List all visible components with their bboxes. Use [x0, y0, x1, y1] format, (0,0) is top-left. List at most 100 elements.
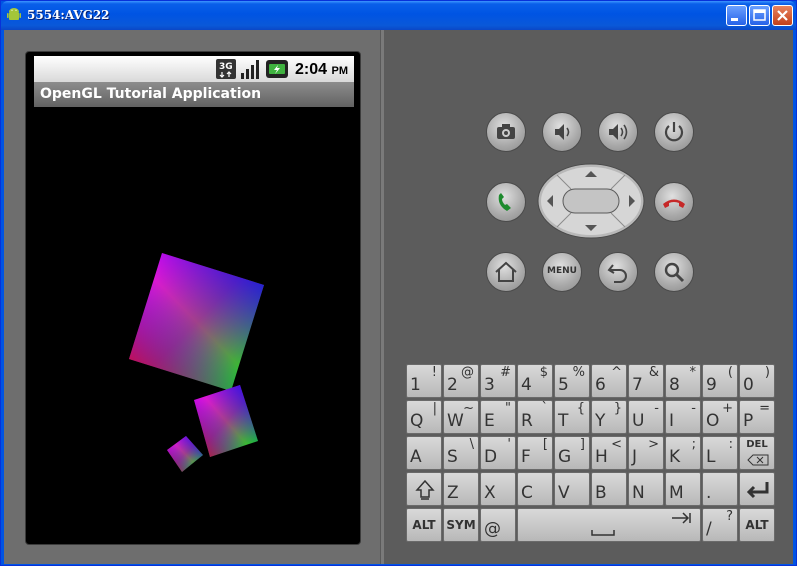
back-icon [607, 264, 627, 283]
key-n[interactable]: N [628, 472, 664, 506]
svg-text:3G: 3G [219, 62, 233, 72]
key-2-primary: 2 [447, 375, 458, 395]
key-del[interactable]: DEL [739, 436, 775, 470]
opengl-canvas[interactable] [34, 107, 354, 537]
key-y-primary: Y [595, 411, 606, 431]
call-button[interactable] [486, 182, 526, 222]
key-o[interactable]: O + [702, 400, 738, 434]
key-g-primary: G [558, 447, 572, 467]
key-s-primary: S [447, 447, 458, 467]
key-sym[interactable]: SYM [443, 508, 479, 542]
maximize-button[interactable] [749, 5, 770, 26]
key-m[interactable]: M [665, 472, 701, 506]
device-screen[interactable]: 3G 2:04 PM OpenGL Tutorial Application [25, 51, 361, 545]
key-w[interactable]: W ~ [443, 400, 479, 434]
key-p-secondary: = [759, 401, 770, 416]
key-l[interactable]: L: [702, 436, 738, 470]
key-4[interactable]: 4 $ [517, 364, 553, 398]
key-i-secondary: - [691, 401, 696, 416]
home-button[interactable] [486, 252, 526, 292]
minimize-button[interactable] [726, 5, 747, 26]
app-title: OpenGL Tutorial Application [40, 86, 262, 102]
key-at-primary: @ [484, 519, 501, 539]
key-y[interactable]: Y} [591, 400, 627, 434]
end-call-button[interactable] [654, 182, 694, 222]
key-alt-left[interactable]: ALT [406, 508, 442, 542]
key-i[interactable]: I- [665, 400, 701, 434]
volume-up-button[interactable] [598, 112, 638, 152]
close-button[interactable] [772, 5, 793, 26]
minimize-icon [731, 18, 738, 21]
key-9[interactable]: 9( [702, 364, 738, 398]
key-e[interactable]: E " [480, 400, 516, 434]
back-button[interactable] [598, 252, 638, 292]
key-z[interactable]: Z [443, 472, 479, 506]
key-s[interactable]: S \ [443, 436, 479, 470]
phone-panel: 3G 2:04 PM OpenGL Tutorial Application [4, 30, 380, 564]
key-alt-left-label: ALT [412, 518, 436, 532]
power-button[interactable] [654, 112, 694, 152]
key-8-secondary: * [689, 365, 697, 380]
menu-button[interactable]: MENU [542, 252, 582, 292]
key-d[interactable]: D ' [480, 436, 516, 470]
key-t[interactable]: T{ [554, 400, 590, 434]
key-0-primary: 0 [743, 375, 754, 395]
key-b[interactable]: B [591, 472, 627, 506]
key-f-secondary: [ [542, 437, 548, 452]
key-a-primary: A [410, 447, 422, 467]
key-8[interactable]: 8 * [665, 364, 701, 398]
key-a[interactable]: A [406, 436, 442, 470]
key-v[interactable]: V [554, 472, 590, 506]
key-h-secondary: < [611, 437, 622, 452]
key-g[interactable]: G] [554, 436, 590, 470]
key-d-secondary: ' [507, 437, 511, 452]
dpad[interactable] [537, 163, 645, 239]
key-5[interactable]: 5% [554, 364, 590, 398]
camera-icon [497, 124, 515, 139]
key-p[interactable]: P = [739, 400, 775, 434]
key-6-primary: 6 [595, 375, 606, 395]
key-r-secondary: ` [541, 401, 549, 416]
key-at[interactable]: @ [480, 508, 516, 542]
key-1[interactable]: 1! [406, 364, 442, 398]
search-button[interactable] [654, 252, 694, 292]
title-bar[interactable]: 5554:AVG22 [1, 1, 796, 30]
key-j-primary: J [632, 447, 638, 467]
key-0[interactable]: 0) [739, 364, 775, 398]
volume-down-icon [555, 124, 570, 140]
key-j[interactable]: J > [628, 436, 664, 470]
end-call-icon [663, 199, 685, 208]
camera-button[interactable] [486, 112, 526, 152]
key-shift[interactable] [406, 472, 442, 506]
key-r[interactable]: R ` [517, 400, 553, 434]
key-w-secondary: ~ [463, 401, 474, 416]
key-9-primary: 9 [706, 375, 717, 395]
key-f[interactable]: F[ [517, 436, 553, 470]
battery-icon [266, 60, 288, 78]
key-6[interactable]: 6 ^ [591, 364, 627, 398]
key-enter[interactable] [739, 472, 775, 506]
large-square [129, 253, 264, 391]
key-c[interactable]: C [517, 472, 553, 506]
key-d-primary: D [484, 447, 498, 467]
key-period[interactable]: . [702, 472, 738, 506]
key-h[interactable]: H < [591, 436, 627, 470]
key-7[interactable]: 7 & [628, 364, 664, 398]
volume-down-button[interactable] [542, 112, 582, 152]
key-x[interactable]: X [480, 472, 516, 506]
key-slash-secondary: ? [726, 509, 733, 524]
key-slash[interactable]: /? [702, 508, 738, 542]
dpad-center[interactable] [562, 188, 620, 214]
key-3[interactable]: 3 # [480, 364, 516, 398]
key-q[interactable]: Q | [406, 400, 442, 434]
key-u[interactable]: U- [628, 400, 664, 434]
key-2[interactable]: 2 @ [443, 364, 479, 398]
key-space[interactable] [517, 508, 701, 542]
emulator-window: 5554:AVG22 3G 2:04 PM OpenGL Tutorial Ap… [0, 0, 797, 566]
key-alt-right[interactable]: ALT [739, 508, 775, 542]
clock: 2:04 PM [295, 61, 348, 78]
key-k[interactable]: K; [665, 436, 701, 470]
key-h-primary: H [595, 447, 608, 467]
signal-icon [241, 60, 259, 79]
key-x-primary: X [484, 483, 496, 503]
